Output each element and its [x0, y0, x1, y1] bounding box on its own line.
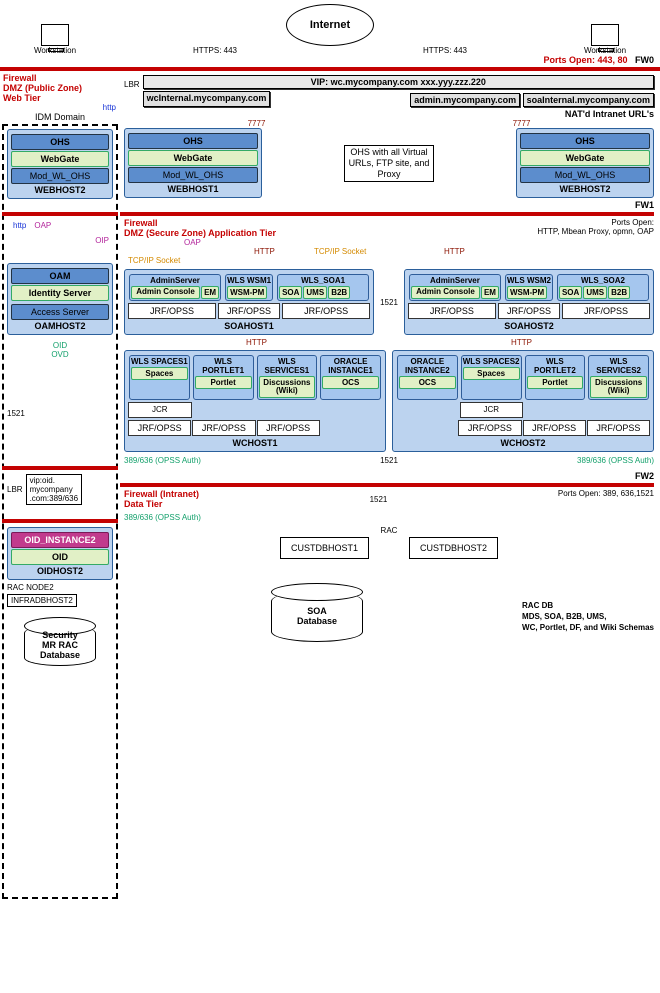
port-7777: 7777 [248, 119, 266, 128]
fw0-label: FW0 [635, 55, 654, 65]
soa-database: SOA Database [271, 591, 363, 642]
idm-domain-label: IDM Domain [0, 112, 120, 122]
infradb-box: INFRADBHOST2 [7, 594, 77, 607]
lbr-label: LBR [7, 485, 23, 494]
port-1521: 1521 [370, 495, 388, 504]
tcpip-label: TCP/IP Socket [314, 247, 366, 256]
admin-box: admin.mycompany.com [410, 93, 520, 107]
ports-open-app: Ports Open: HTTP, Mbean Proxy, opmn, OAP [537, 218, 654, 238]
ports-open-data: Ports Open: 389, 636,1521 [558, 489, 654, 509]
vip-box: VIP: wc.mycompany.com xxx.yyy.zzz.220 [143, 75, 654, 89]
http-label: http [13, 221, 26, 230]
tcpip-label: TCP/IP Socket [128, 256, 654, 265]
zone-title: DMZ (Public Zone) [3, 83, 117, 93]
oam-host: OAM Identity Server Access Server OAMHOS… [7, 263, 113, 335]
webhost1: OHS WebGate Mod_WL_OHS WEBHOST1 [124, 128, 262, 198]
idm-ohs-host: OHS WebGate Mod_WL_OHS WEBHOST2 [7, 129, 113, 199]
soahost2: AdminServer Admin ConsoleEM WLS WSM2WSM-… [404, 269, 654, 335]
idm-domain-box: OHS WebGate Mod_WL_OHS WEBHOST2 http OAP… [2, 124, 118, 899]
zone-title: Web Tier [3, 93, 117, 103]
firewall-fw0 [0, 67, 660, 71]
opss-label: 389/636 (OPSS Auth) [577, 456, 654, 465]
http-label: HTTP [444, 247, 465, 256]
http-label: http [0, 103, 120, 112]
ovd-label: OVD [51, 350, 68, 359]
rac-label: RAC [124, 526, 654, 535]
racdb-label: RAC DB MDS, SOA, B2B, UMS, WC, Portlet, … [522, 600, 654, 633]
port-1521: 1521 [380, 298, 398, 307]
zone-title: Firewall [124, 218, 158, 228]
oid-label: OID [53, 341, 67, 350]
soainternal-box: soaInternal.mycompany.com [523, 93, 654, 107]
ports-open-web: Ports Open: 443, 80 [543, 55, 627, 65]
zone-title: DMZ (Secure Zone) Application Tier [124, 228, 276, 238]
firewall-fw1 [120, 212, 654, 216]
oap-label: OAP [34, 221, 51, 230]
oid-host: OID_INSTANCE2 OID OIDHOST2 [7, 527, 113, 580]
zone-title: Firewall (Intranet) [124, 489, 199, 499]
security-db: Security MR RAC Database [24, 625, 96, 666]
http-label: HTTP [254, 247, 275, 256]
custdbhost2: CUSTDBHOST2 [409, 537, 498, 559]
zone-title: Data Tier [124, 499, 162, 509]
fw1-label: FW1 [635, 200, 654, 210]
opss-label: 389/636 (OPSS Auth) [124, 513, 654, 522]
wchost2: ORACLE INSTANCE2OCS WLS SPACES2Spaces WL… [392, 350, 654, 452]
wchost1: WLS SPACES1Spaces WLS PORTLET1Portlet WL… [124, 350, 386, 452]
workstation-left: Workstation [10, 24, 100, 55]
opss-label: 389/636 (OPSS Auth) [124, 456, 201, 465]
fw2-label: FW2 [635, 471, 654, 481]
custdbhost1: CUSTDBHOST1 [280, 537, 369, 559]
port-1521: 1521 [380, 456, 398, 465]
vip-oid-box: vip:oid. mycompany .com:389/636 [26, 474, 82, 505]
oip-label: OIP [7, 236, 109, 245]
oap-label: OAP [184, 238, 201, 247]
wcinternal-box: wcInternal.mycompany.com [143, 91, 271, 107]
http-label: HTTP [511, 338, 532, 347]
internet-cloud: Internet [286, 4, 374, 46]
soahost1: AdminServer Admin ConsoleEM WLS WSM1WSM-… [124, 269, 374, 335]
nat-label: NAT'd Intranet URL's [143, 109, 654, 119]
port-1521: 1521 [7, 409, 113, 418]
zone-title: Firewall [3, 73, 117, 83]
lbr-label: LBR [124, 80, 140, 89]
https-labels: HTTPS: 443HTTPS: 443 [100, 46, 560, 55]
rac-node-label: RAC NODE2 [7, 583, 113, 592]
firewall-fw2 [120, 483, 654, 487]
http-label: HTTP [246, 338, 267, 347]
port-7777: 7777 [513, 119, 531, 128]
webhost2: OHS WebGate Mod_WL_OHS WEBHOST2 [516, 128, 654, 198]
ohs-note: OHS with all Virtual URLs, FTP site, and… [344, 145, 434, 182]
workstation-right: Workstation [560, 24, 650, 55]
